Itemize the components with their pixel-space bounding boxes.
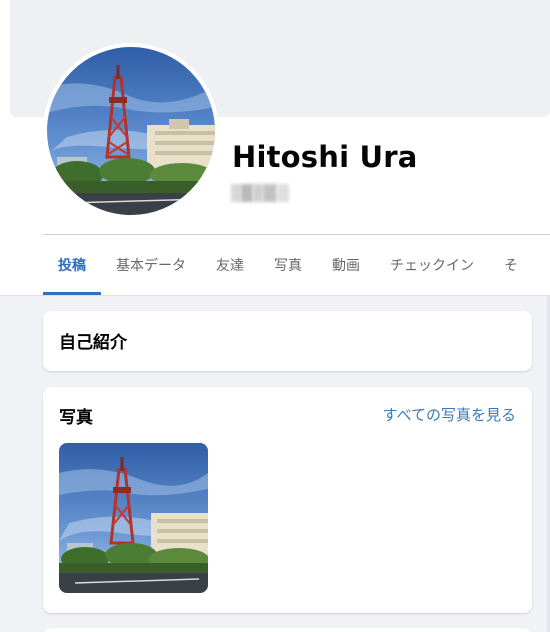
blurred-subtitle (231, 184, 289, 202)
tab-about[interactable]: 基本データ (101, 235, 201, 295)
tab-friends[interactable]: 友達 (201, 235, 259, 295)
tab-posts[interactable]: 投稿 (43, 235, 101, 295)
tv-tower-photo-icon (59, 443, 208, 593)
avatar[interactable] (47, 47, 215, 215)
tab-more[interactable]: そ (489, 235, 533, 295)
tab-label: チェックイン (390, 258, 474, 274)
tab-photos[interactable]: 写真 (259, 235, 317, 295)
intro-title: 自己紹介 (59, 333, 127, 353)
profile-name: Hitoshi Ura (232, 140, 418, 174)
tab-checkins[interactable]: チェックイン (375, 235, 489, 295)
next-card (43, 628, 532, 632)
profile-tabs: 投稿 基本データ 友達 写真 動画 チェックイン そ (43, 235, 533, 295)
header-bottom-border (0, 295, 550, 296)
profile-page: Hitoshi Ura 投稿 基本データ 友達 写真 動画 チェックイン そ 自… (0, 0, 550, 632)
intro-card: 自己紹介 (43, 311, 532, 371)
photos-title: 写真 (59, 408, 93, 428)
tab-label: そ (504, 258, 518, 274)
tab-label: 動画 (332, 258, 360, 274)
tab-label: 写真 (274, 258, 302, 274)
see-all-photos-link[interactable]: すべての写真を見る (383, 404, 516, 425)
tab-label: 投稿 (58, 258, 86, 274)
photo-thumbnail[interactable] (59, 443, 208, 593)
tab-videos[interactable]: 動画 (317, 235, 375, 295)
tab-label: 友達 (216, 258, 244, 274)
avatar-photo-icon (47, 47, 215, 215)
tab-label: 基本データ (116, 258, 186, 274)
photos-card: 写真 すべての写真を見る (43, 387, 532, 613)
